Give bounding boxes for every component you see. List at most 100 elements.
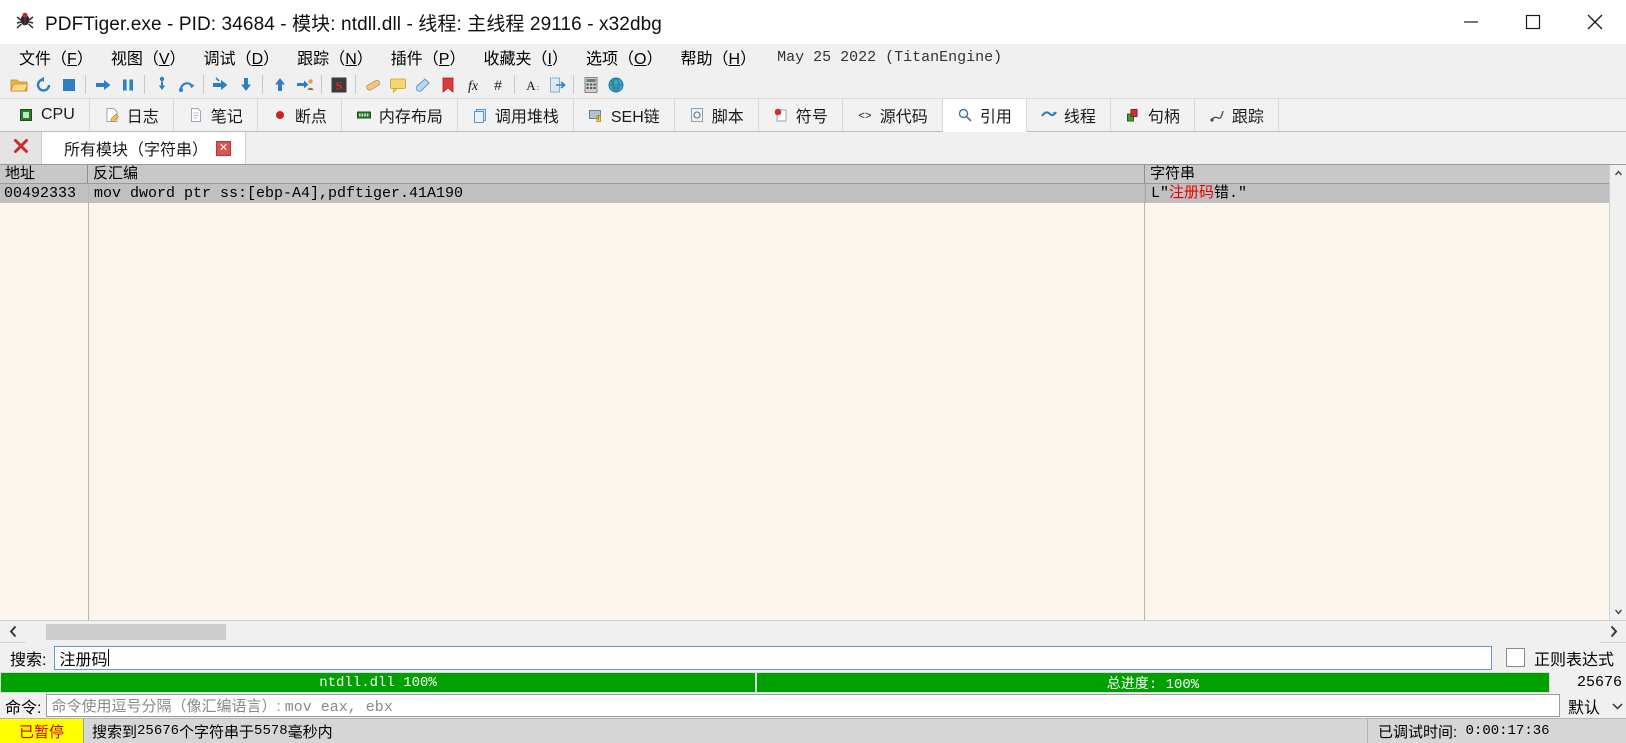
command-placeholder-example: mov eax, ebx: [284, 699, 393, 716]
font-icon[interactable]: A:: [519, 73, 544, 97]
search-row: 搜索: 注册码 正则表达式: [0, 642, 1626, 672]
tab-source[interactable]: <> 源代码: [843, 99, 943, 131]
hash-icon[interactable]: #: [485, 73, 510, 97]
references-table-area: 地址 反汇编 字符串 00492333 mov dword ptr ss:[eb…: [0, 165, 1626, 620]
search-label: 搜索:: [10, 651, 47, 669]
open-folder-icon[interactable]: [6, 73, 31, 97]
globe-icon[interactable]: [603, 73, 628, 97]
scroll-up-icon[interactable]: [1609, 165, 1626, 182]
tab-call-stack[interactable]: 调用堆栈: [458, 99, 574, 131]
step-into-arrow-icon[interactable]: [208, 73, 233, 97]
comment-icon[interactable]: [385, 73, 410, 97]
chevron-down-icon[interactable]: [1608, 694, 1626, 717]
toolbar-separator: [262, 75, 263, 94]
vertical-scrollbar[interactable]: [1609, 165, 1626, 620]
progress-row: ntdll.dll 100% 总进度: 100% 25676: [0, 672, 1626, 693]
scroll-down-icon[interactable]: [1609, 603, 1626, 620]
menu-plugins[interactable]: 插件（P）: [382, 43, 475, 72]
sub-tab-label: 所有模块（字符串）: [64, 142, 209, 159]
references-table: 地址 反汇编 字符串 00492333 mov dword ptr ss:[eb…: [0, 165, 1609, 620]
stop-icon[interactable]: [56, 73, 81, 97]
column-divider: [88, 184, 89, 620]
scylla-icon[interactable]: S: [326, 73, 351, 97]
menu-favourites[interactable]: 收藏夹（I）: [474, 43, 577, 72]
x32dbg-window: PDFTiger.exe - PID: 34684 - 模块: ntdll.dl…: [0, 0, 1626, 743]
table-row[interactable]: 00492333 mov dword ptr ss:[ebp-A4],pdfti…: [0, 184, 1609, 203]
menu-view[interactable]: 视图（V）: [102, 43, 195, 72]
title-bar: PDFTiger.exe - PID: 34684 - 模块: ntdll.dl…: [0, 0, 1626, 44]
column-header-string[interactable]: 字符串: [1145, 165, 1609, 183]
maximize-button[interactable]: [1502, 0, 1564, 44]
status-message: 搜索到 25676 个字符串于 5578 毫秒内: [84, 719, 1368, 743]
horizontal-scrollbar[interactable]: [0, 620, 1626, 643]
tab-seh[interactable]: ! SEH链: [574, 99, 675, 131]
column-header-disassembly[interactable]: 反汇编: [88, 165, 1145, 183]
attach-icon[interactable]: [544, 73, 569, 97]
menu-debug[interactable]: 调试（D）: [195, 43, 289, 72]
menu-file[interactable]: 文件（F）: [10, 43, 102, 72]
tab-notes[interactable]: 笔记: [174, 99, 258, 131]
run-to-user-code-icon[interactable]: [292, 73, 317, 97]
cell-address: 00492333: [4, 185, 77, 202]
menu-help[interactable]: 帮助（H）: [671, 43, 765, 72]
command-mode-combobox[interactable]: 默认: [1560, 694, 1626, 717]
close-icon[interactable]: ✕: [216, 140, 232, 156]
tab-log[interactable]: 日志: [90, 99, 174, 131]
column-header-address[interactable]: 地址: [0, 165, 88, 183]
table-body[interactable]: 00492333 mov dword ptr ss:[ebp-A4],pdfti…: [0, 184, 1609, 620]
step-over-icon[interactable]: [174, 73, 199, 97]
memory-map-icon: [356, 107, 372, 123]
label-icon[interactable]: [410, 73, 435, 97]
menu-options[interactable]: 选项（O）: [577, 43, 672, 72]
scroll-left-icon[interactable]: [0, 621, 26, 643]
search-input[interactable]: 注册码: [54, 645, 1492, 670]
close-all-tabs-button[interactable]: [0, 132, 42, 164]
total-progress-label: 总进度: 100%: [1106, 676, 1200, 693]
patch-icon[interactable]: [360, 73, 385, 97]
tab-label: 符号: [795, 109, 828, 126]
command-input[interactable]: 命令使用逗号分隔（像汇编语言）: mov eax, ebx: [46, 694, 1560, 717]
tab-references[interactable]: 引用: [942, 99, 1027, 132]
menu-trace[interactable]: 跟踪（N）: [288, 43, 382, 72]
pause-icon[interactable]: [115, 73, 140, 97]
execute-till-return-icon[interactable]: [267, 73, 292, 97]
tab-label: 句柄: [1147, 109, 1180, 126]
tab-script[interactable]: 脚本: [675, 99, 759, 131]
tab-handles[interactable]: 句柄: [1111, 99, 1195, 131]
seh-icon: !: [588, 107, 604, 123]
horizontal-scroll-thumb[interactable]: [46, 623, 226, 640]
result-count-label: 25676: [1576, 674, 1622, 691]
script-icon: [689, 107, 705, 123]
step-into-icon[interactable]: [149, 73, 174, 97]
window-controls: [1440, 0, 1626, 44]
step-down-icon[interactable]: [233, 73, 258, 97]
svg-text:<>: <>: [858, 111, 871, 123]
function-icon[interactable]: fx: [460, 73, 485, 97]
close-button[interactable]: [1564, 0, 1626, 44]
run-icon[interactable]: [90, 73, 115, 97]
tab-cpu[interactable]: CPU: [4, 99, 90, 131]
regex-checkbox[interactable]: [1505, 648, 1525, 667]
tab-trace[interactable]: 跟踪: [1195, 99, 1279, 131]
calculator-icon[interactable]: [578, 73, 603, 97]
toolbar-separator: [203, 75, 204, 94]
module-progress-bar: ntdll.dll 100%: [0, 672, 756, 693]
tab-breakpoints[interactable]: 断点: [258, 99, 342, 131]
tab-symbols[interactable]: 符号: [759, 99, 843, 131]
sub-tab-all-modules-strings[interactable]: 所有模块（字符串） ✕: [42, 132, 247, 164]
tab-label: 脚本: [711, 109, 744, 126]
horizontal-scroll-track[interactable]: [26, 620, 1600, 643]
scroll-right-icon[interactable]: [1600, 621, 1626, 643]
restart-icon[interactable]: [31, 73, 56, 97]
status-badge: 已暂停: [0, 719, 84, 743]
handles-icon: [1125, 107, 1141, 123]
vertical-scroll-track[interactable]: [1609, 182, 1626, 603]
tab-threads[interactable]: 线程: [1027, 99, 1111, 131]
svg-text::: :: [536, 83, 538, 92]
notes-icon: [188, 107, 204, 123]
minimize-button[interactable]: [1440, 0, 1502, 44]
tab-memory-map[interactable]: 内存布局: [342, 99, 458, 131]
bug-icon: [14, 11, 36, 33]
svg-text:fx: fx: [467, 79, 478, 94]
bookmark-icon[interactable]: [435, 73, 460, 97]
